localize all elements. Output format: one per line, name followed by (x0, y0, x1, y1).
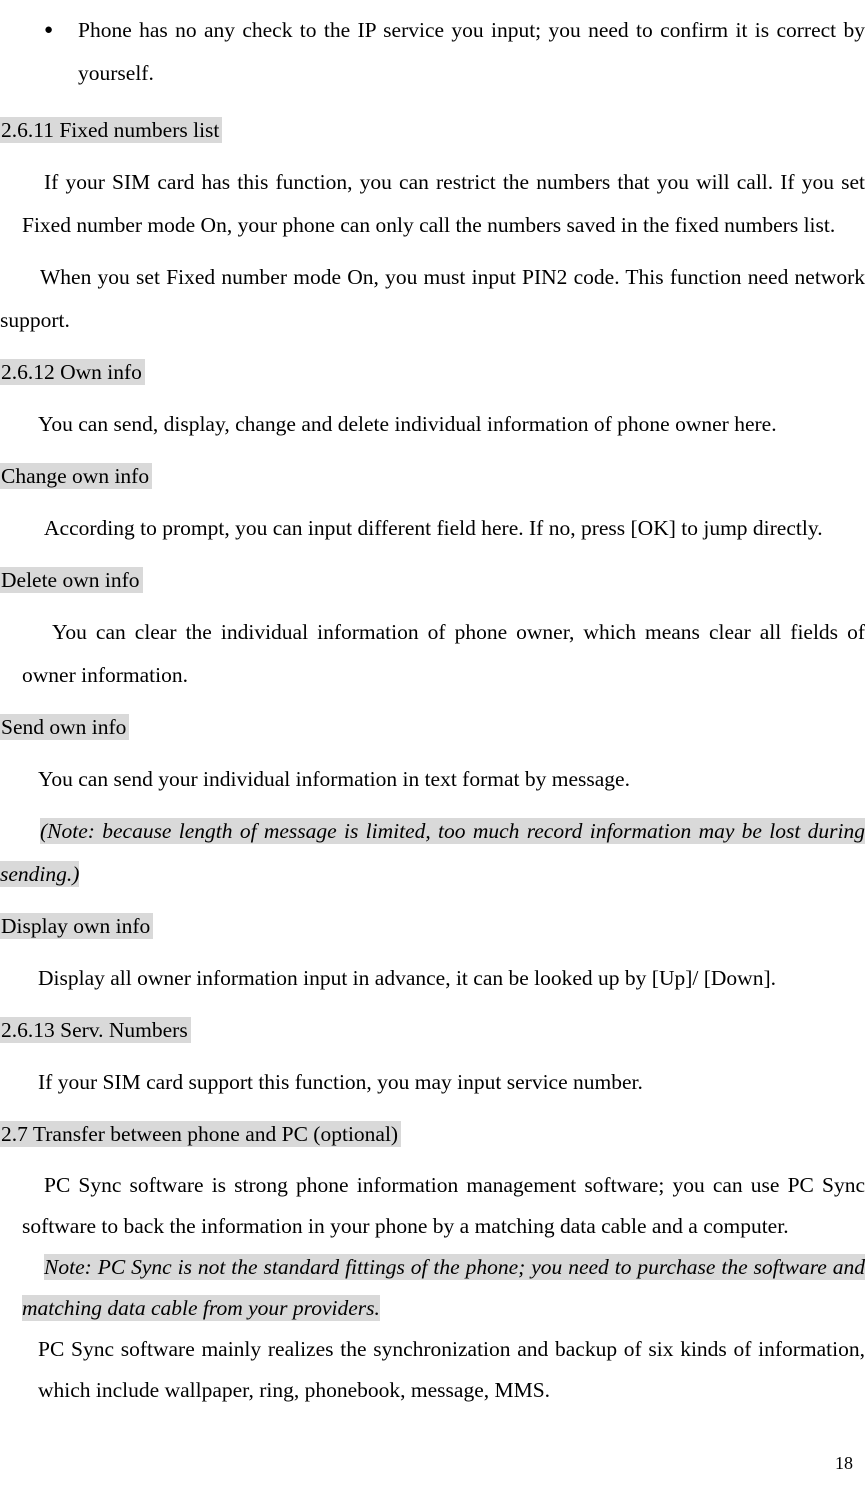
paragraph-fixed-numbers-pin2: When you set Fixed number mode On, you m… (0, 265, 865, 332)
heading-send-own-info: Send own info (0, 706, 865, 749)
heading-transfer-phone-pc: 2.7 Transfer between phone and PC (optio… (0, 1113, 865, 1156)
note-send-own-info: (Note: because length of message is limi… (0, 810, 865, 896)
paragraph-delete-own-info: You can clear the individual information… (22, 620, 865, 687)
paragraph-send-own-info: You can send your individual information… (38, 767, 630, 791)
heading-display-own-info: Display own info (0, 905, 865, 948)
note-pc-sync: Note: PC Sync is not the standard fittin… (0, 1247, 865, 1329)
note-send-own-info-text: (Note: because length of message is limi… (0, 818, 865, 887)
document-page: ● Phone has no any check to the IP servi… (0, 0, 865, 1487)
heading-display-own-info-text: Display own info (0, 913, 154, 939)
paragraph-serv-numbers: If your SIM card support this function, … (38, 1070, 643, 1094)
paragraph-change-own-info: According to prompt, you can input diffe… (44, 516, 823, 540)
heading-serv-numbers: 2.6.13 Serv. Numbers (0, 1009, 865, 1052)
heading-own-info-text: 2.6.12 Own info (0, 359, 145, 385)
bullet-list-item-text: Phone has no any check to the IP service… (78, 18, 865, 85)
heading-transfer-phone-pc-text: 2.7 Transfer between phone and PC (optio… (0, 1121, 402, 1147)
paragraph-own-info: You can send, display, change and delete… (38, 412, 777, 436)
heading-fixed-numbers-list-text: 2.6.11 Fixed numbers list (0, 117, 223, 143)
bullet-list-item: ● Phone has no any check to the IP servi… (0, 9, 865, 95)
paragraph-pc-sync-features: PC Sync software mainly realizes the syn… (38, 1337, 865, 1402)
paragraph-fixed-numbers-intro: If your SIM card has this function, you … (22, 170, 865, 237)
heading-delete-own-info: Delete own info (0, 559, 865, 602)
heading-fixed-numbers-list: 2.6.11 Fixed numbers list (0, 109, 865, 152)
page-number: 18 (835, 1453, 853, 1473)
heading-serv-numbers-text: 2.6.13 Serv. Numbers (0, 1017, 191, 1043)
paragraph-display-own-info: Display all owner information input in a… (38, 966, 776, 990)
heading-change-own-info: Change own info (0, 455, 865, 498)
heading-send-own-info-text: Send own info (0, 714, 130, 740)
bullet-point-icon: ● (44, 22, 54, 38)
heading-delete-own-info-text: Delete own info (0, 567, 143, 593)
paragraph-pc-sync-intro: PC Sync software is strong phone informa… (22, 1173, 865, 1238)
heading-change-own-info-text: Change own info (0, 463, 153, 489)
heading-own-info: 2.6.12 Own info (0, 351, 865, 394)
note-pc-sync-text: Note: PC Sync is not the standard fittin… (22, 1254, 865, 1321)
